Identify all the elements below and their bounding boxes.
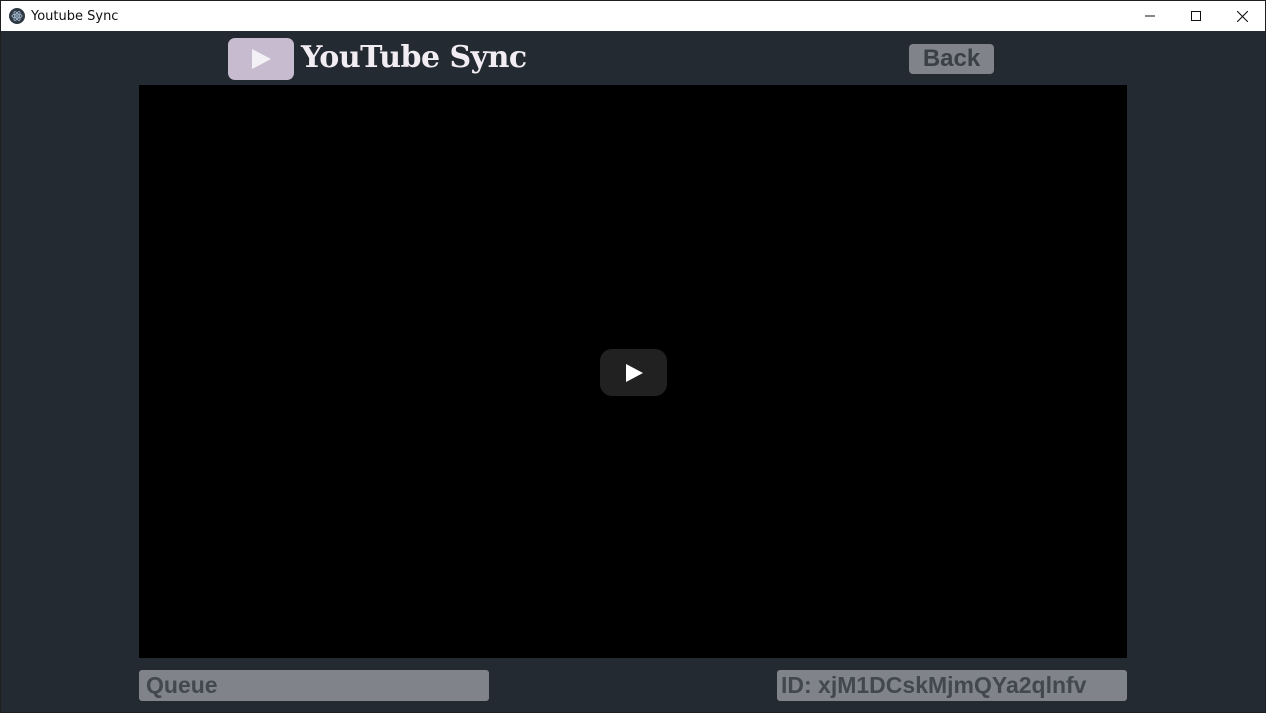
app-logo-text: YouTube Sync	[301, 40, 527, 75]
room-id-field[interactable]: ID: xjM1DCskMjmQYa2qlnfv	[777, 670, 1127, 701]
queue-button[interactable]: Queue	[139, 670, 489, 701]
app-window: Youtube Sync YouTube Sync Back Queue ID:…	[0, 0, 1266, 713]
app-icon	[9, 8, 25, 24]
close-icon	[1236, 10, 1248, 22]
maximize-icon	[1191, 11, 1201, 21]
maximize-button[interactable]	[1173, 1, 1219, 31]
window-controls	[1127, 1, 1265, 31]
youtube-play-icon	[625, 363, 643, 382]
title-bar[interactable]: Youtube Sync	[1, 1, 1265, 31]
back-button[interactable]: Back	[909, 44, 994, 74]
main-content: YouTube Sync Back Queue ID: xjM1DCskMjmQ…	[1, 31, 1265, 712]
close-button[interactable]	[1219, 1, 1265, 31]
minimize-icon	[1145, 15, 1155, 17]
youtube-play-button[interactable]	[600, 349, 667, 396]
window-title: Youtube Sync	[31, 8, 119, 24]
play-triangle-icon	[252, 49, 271, 69]
video-player[interactable]	[139, 85, 1127, 658]
minimize-button[interactable]	[1127, 1, 1173, 31]
logo-badge	[228, 38, 294, 80]
